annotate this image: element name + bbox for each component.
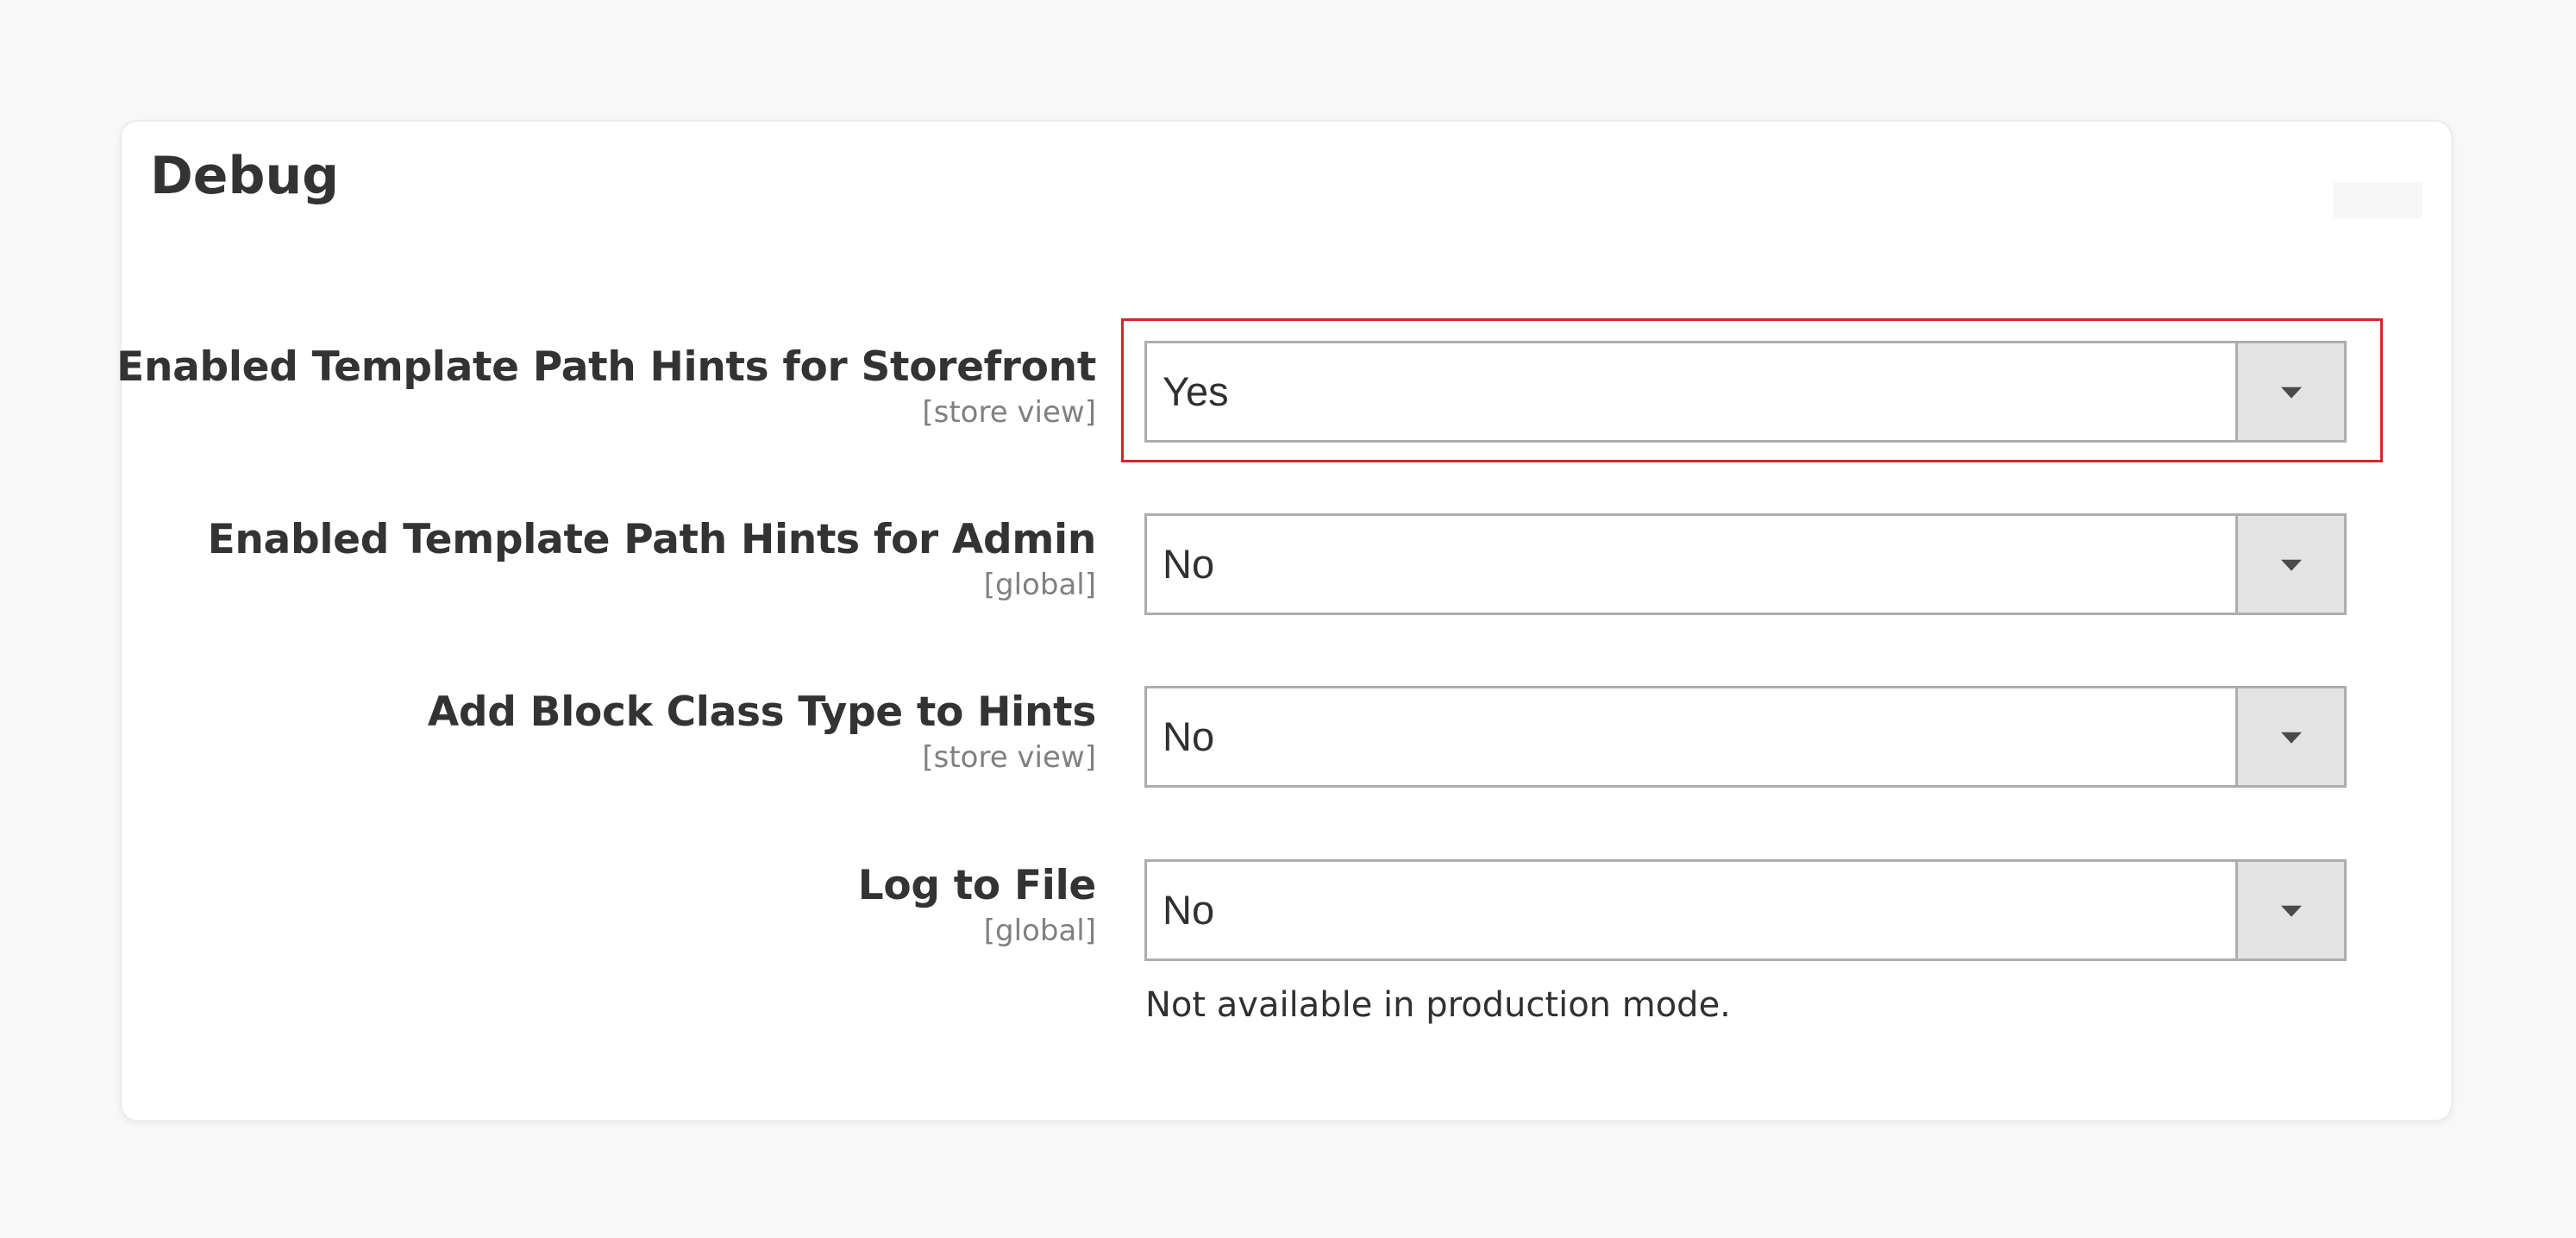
dropdown-button[interactable] [2235, 688, 2344, 785]
log-to-file-select[interactable]: No [1144, 859, 2347, 961]
debug-panel [120, 120, 2453, 1122]
chevron-down-icon [2280, 559, 2302, 571]
field-label: Add Block Class Type to Hints [427, 688, 1096, 736]
chevron-down-icon [2280, 732, 2302, 744]
field-scope: [store view] [922, 395, 1096, 430]
field-scope: [store view] [922, 740, 1096, 775]
field-label: Enabled Template Path Hints for Storefro… [116, 343, 1096, 391]
select-value: No [1163, 887, 1215, 933]
field-label: Log to File [857, 862, 1097, 909]
chevron-down-icon [2280, 386, 2302, 399]
field-label-storefront-hints: Enabled Template Path Hints for Storefro… [116, 342, 1096, 431]
field-scope: [global] [983, 914, 1096, 948]
collapse-tab[interactable] [2334, 182, 2422, 218]
field-label-block-class: Add Block Class Type to Hints [store vie… [428, 687, 1096, 776]
field-label-log-to-file: Log to File [global] [857, 860, 1097, 950]
dropdown-button[interactable] [2235, 516, 2344, 613]
field-note: Not available in production mode. [1145, 985, 1731, 1025]
storefront-hints-select[interactable]: Yes [1144, 341, 2347, 443]
dropdown-button[interactable] [2235, 862, 2344, 958]
select-value: Yes [1163, 368, 1229, 414]
field-scope: [global] [983, 568, 1096, 602]
admin-hints-select[interactable]: No [1144, 513, 2347, 615]
select-value: No [1163, 541, 1215, 587]
block-class-select[interactable]: No [1144, 686, 2347, 788]
panel-title: Debug [150, 146, 340, 206]
chevron-down-icon [2280, 905, 2302, 917]
field-label: Enabled Template Path Hints for Admin [207, 516, 1097, 563]
dropdown-button[interactable] [2235, 343, 2344, 440]
select-value: No [1163, 713, 1215, 759]
field-label-admin-hints: Enabled Template Path Hints for Admin [g… [207, 514, 1097, 604]
